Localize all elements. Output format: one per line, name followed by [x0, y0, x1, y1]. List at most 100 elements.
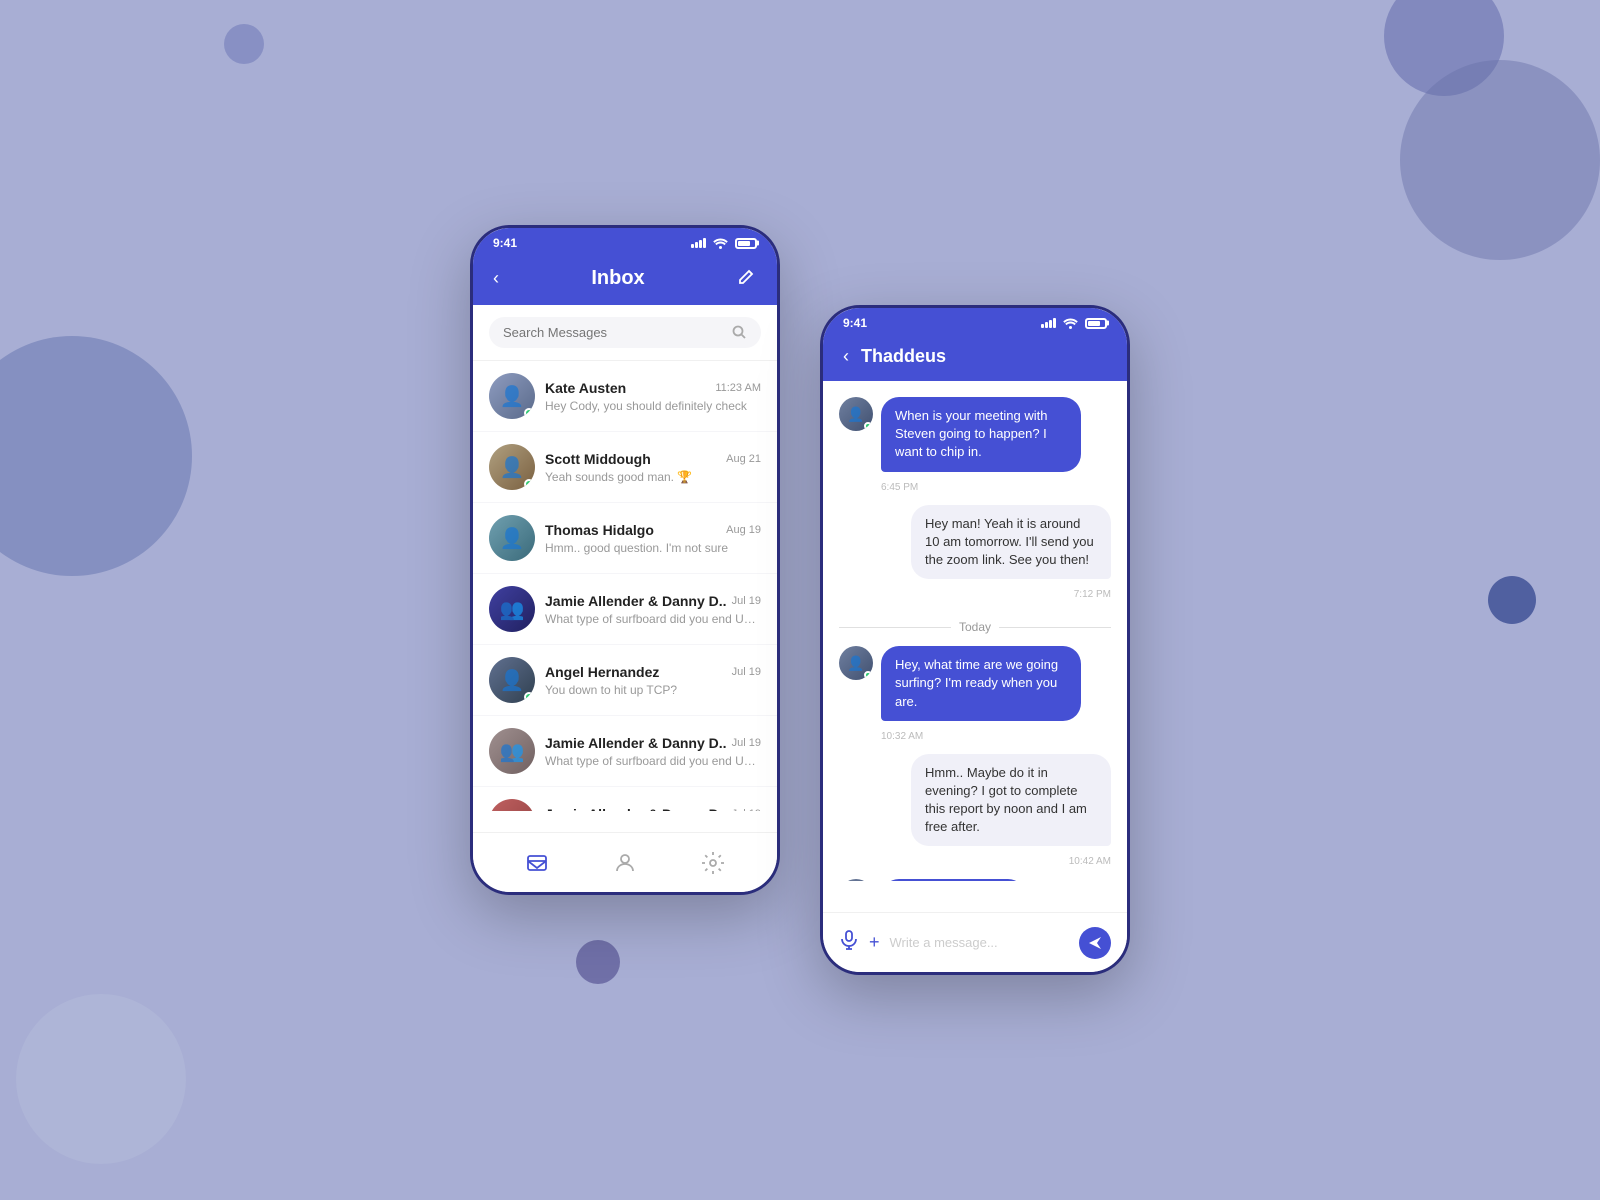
status-bar-left: 9:41	[473, 228, 777, 256]
battery-icon	[735, 238, 757, 249]
message-row: 👤 Sounds great to me.	[839, 879, 1111, 881]
mic-button[interactable]	[839, 930, 859, 955]
message-preview: What type of surfboard did you end Up bu…	[545, 754, 761, 768]
list-item[interactable]: 👥 Jamie Allender & Danny D.. Jul 19 What…	[473, 574, 777, 645]
chat-body: 👤 When is your meeting with Steven going…	[823, 381, 1127, 881]
online-indicator	[864, 422, 872, 430]
message-row: Hey man! Yeah it is around 10 am tomorro…	[839, 505, 1111, 580]
inbox-header: ‹ Inbox	[473, 256, 777, 305]
status-bar-right: 9:41	[823, 308, 1127, 336]
message-time: Jul 19	[732, 595, 761, 607]
message-placeholder: Write a message...	[890, 935, 998, 950]
message-row: 👤 When is your meeting with Steven going…	[839, 397, 1111, 472]
avatar: 👥	[489, 586, 535, 632]
sender-name: Thomas Hidalgo	[545, 522, 654, 538]
message-timestamp: 10:42 AM	[839, 856, 1111, 867]
chat-avatar: 👤	[839, 397, 873, 431]
message-preview: Yeah sounds good man. 🏆	[545, 470, 761, 484]
message-bubble: Sounds great to me.	[881, 879, 1026, 881]
message-time: Jul 19	[732, 666, 761, 678]
search-container	[473, 305, 777, 361]
deco-circle-2	[1384, 0, 1504, 96]
message-preview: What type of surfboard did you end Up bu…	[545, 612, 761, 626]
nav-inbox-button[interactable]	[524, 850, 550, 876]
message-row: 👤 Hey, what time are we going surfing? I…	[839, 646, 1111, 721]
sender-name: Jamie Allender & Danny D..	[545, 593, 727, 609]
messages-list: 👤 Kate Austen 11:23 AM Hey Cody, you sho…	[473, 361, 777, 811]
nav-profile-button[interactable]	[612, 850, 638, 876]
sender-name: Scott Middough	[545, 451, 651, 467]
message-bubble: Hmm.. Maybe do it in evening? I got to c…	[911, 754, 1111, 847]
message-time: Jul 19	[732, 808, 761, 812]
message-content: Jamie Allender & Danny D.. Jul 19 What t…	[545, 735, 761, 768]
inbox-title: Inbox	[591, 267, 644, 290]
list-item[interactable]: 👥 Jamie Allender & Danny D.. Jul 19 What…	[473, 716, 777, 787]
message-timestamp: 10:32 AM	[881, 731, 1111, 742]
message-preview: Hmm.. good question. I'm not sure	[545, 541, 761, 555]
status-icons-left	[691, 238, 757, 249]
signal-icon	[691, 238, 706, 248]
chat-avatar: 👤	[839, 646, 873, 680]
list-item[interactable]: 👤 Angel Hernandez Jul 19 You down to hit…	[473, 645, 777, 716]
battery-icon	[1085, 318, 1107, 329]
sender-name: Jamie Allender & Danny D..	[545, 806, 727, 812]
avatar: 👤	[489, 515, 535, 561]
deco-circle-3	[1400, 60, 1600, 260]
bottom-nav	[473, 832, 777, 892]
list-item[interactable]: 👤 Scott Middough Aug 21 Yeah sounds good…	[473, 432, 777, 503]
sender-name: Kate Austen	[545, 380, 626, 396]
avatar: 👤	[489, 444, 535, 490]
time-left: 9:41	[493, 236, 517, 250]
message-preview: Hey Cody, you should definitely check	[545, 399, 761, 413]
message-timestamp: 6:45 PM	[881, 482, 1111, 493]
list-item[interactable]: 👤 Kate Austen 11:23 AM Hey Cody, you sho…	[473, 361, 777, 432]
message-time: 11:23 AM	[715, 382, 761, 394]
list-item[interactable]: 👤 Thomas Hidalgo Aug 19 Hmm.. good quest…	[473, 503, 777, 574]
avatar: 👤	[489, 657, 535, 703]
message-input[interactable]: Write a message...	[890, 935, 1069, 950]
message-preview: You down to hit up TCP?	[545, 683, 761, 697]
nav-settings-button[interactable]	[700, 850, 726, 876]
date-divider: Today	[839, 620, 1111, 634]
message-content: Jamie Allender & Danny D.. Jul 19 What t…	[545, 806, 761, 812]
compose-button[interactable]	[737, 266, 757, 291]
avatar: 👤	[489, 373, 535, 419]
message-timestamp: 7:12 PM	[839, 589, 1111, 600]
send-button[interactable]	[1079, 927, 1111, 959]
message-row: Hmm.. Maybe do it in evening? I got to c…	[839, 754, 1111, 847]
status-icons-right	[1041, 318, 1107, 329]
message-content: Jamie Allender & Danny D.. Jul 19 What t…	[545, 593, 761, 626]
chat-input-bar: + Write a message...	[823, 912, 1127, 972]
chat-contact-name: Thaddeus	[861, 346, 946, 367]
chat-header: ‹ Thaddeus	[823, 336, 1127, 381]
divider-label: Today	[959, 620, 991, 634]
chat-back-button[interactable]: ‹	[843, 346, 849, 367]
message-bubble: When is your meeting with Steven going t…	[881, 397, 1081, 472]
wifi-icon	[1063, 318, 1078, 329]
search-input[interactable]	[503, 325, 724, 340]
phones-container: 9:41 ‹ Inbox	[470, 225, 1130, 975]
sender-name: Angel Hernandez	[545, 664, 659, 680]
time-right: 9:41	[843, 316, 867, 330]
signal-icon	[1041, 318, 1056, 328]
avatar: 👥	[489, 799, 535, 811]
online-indicator	[524, 479, 534, 489]
deco-circle-4	[0, 336, 192, 576]
deco-circle-5	[16, 994, 186, 1164]
deco-circle-7	[1488, 576, 1536, 624]
add-button[interactable]: +	[869, 932, 880, 953]
list-item[interactable]: 👥 Jamie Allender & Danny D.. Jul 19 What…	[473, 787, 777, 811]
message-time: Jul 19	[732, 737, 761, 749]
inbox-phone: 9:41 ‹ Inbox	[470, 225, 780, 895]
search-bar[interactable]	[489, 317, 761, 348]
online-indicator	[524, 408, 534, 418]
online-indicator	[524, 692, 534, 702]
message-content: Kate Austen 11:23 AM Hey Cody, you shoul…	[545, 380, 761, 413]
chat-avatar: 👤	[839, 879, 873, 881]
sender-name: Jamie Allender & Danny D..	[545, 735, 727, 751]
message-bubble: Hey, what time are we going surfing? I'm…	[881, 646, 1081, 721]
online-indicator	[864, 671, 872, 679]
wifi-icon	[713, 238, 728, 249]
back-button[interactable]: ‹	[493, 268, 499, 289]
message-time: Aug 19	[726, 524, 761, 536]
